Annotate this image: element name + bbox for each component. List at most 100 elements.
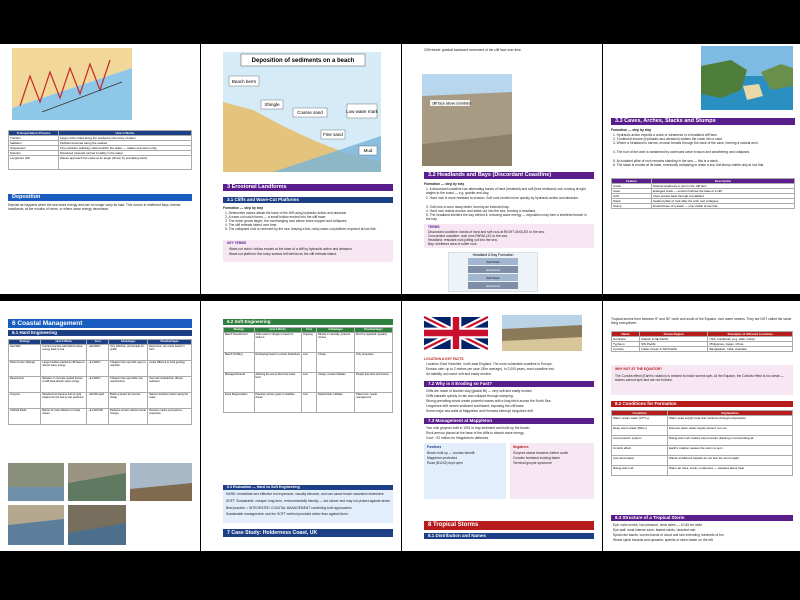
table-row: Rock Armour (Riprap) Large boulders place… <box>7 360 192 377</box>
hard-engineering-table: Strategy How It Works Cost Advantages Di… <box>7 339 192 425</box>
table-cell: Very effective; promenade for public <box>108 344 149 361</box>
conditions-table: Condition Explanation Warm ocean water (… <box>611 410 793 476</box>
page-thumbnail-2[interactable]: Deposition of sediments on a beach Beach… <box>201 44 401 294</box>
coastal-defence-photos <box>8 463 192 545</box>
table-cell: Indian Ocean & SW Pacific <box>639 346 709 352</box>
headland-bay-diagram: Headland & Bay Formation Soft Rock Hard … <box>448 252 538 292</box>
photo-label: cliff face above crumbled <box>432 102 471 106</box>
sub-header: 3.3 Caves, Arches, Stacks and Stumps <box>611 118 795 125</box>
table-cell: ~£5,000 each <box>86 392 110 409</box>
positive-item: Mappleton protected <box>427 456 458 460</box>
table-cell: Wooden or concrete angled frames at clif… <box>40 376 88 393</box>
table-row: Cyclone Indian Ocean & SW Pacific Banglade… <box>610 346 793 352</box>
diagram-label: Low water mark <box>346 109 379 114</box>
feature-table: Feature Description Crack Natural weaknes… <box>611 178 795 209</box>
table-cell: Cheaper than sea wall; easy to maintain <box>108 360 149 377</box>
bullet-text: Cost: ~£2 million for Mappleton's defenc… <box>426 436 490 440</box>
table-row: Rising warm air Warm air rises, cools, co… <box>611 465 793 476</box>
table-cell: Beach Profiling <box>223 352 255 373</box>
table-cell: Waves approach the coast at an angle (dr… <box>58 155 192 170</box>
table-row: Stump Eroded base of a stack — only visib… <box>611 203 795 209</box>
sub-header: 7.3 Management at Mappleton <box>424 418 594 424</box>
formation-title: Formation — step by step <box>223 206 264 210</box>
bullet-text: SOFT: Sustainable, cheaper long-term, en… <box>226 499 390 503</box>
page-thumbnail-5[interactable]: 6 Coastal Management 6.1 Hard Engineerin… <box>0 301 200 551</box>
formation-title: Formation — step by step <box>611 128 652 132</box>
why-not-equator-box: WHY NOT AT THE EQUATOR? The Coriolis eff… <box>611 365 793 395</box>
diagram-title: Headland & Bay Formation <box>473 253 514 257</box>
page-thumbnail-8[interactable]: Tropical storms form between 5° and 30° … <box>603 301 800 551</box>
sub-header: 8.2 Conditions for Formation <box>611 401 793 407</box>
table-cell: Longshore drift <box>8 155 59 170</box>
positive-item: Road (B1242) kept open <box>427 461 463 465</box>
table-row: Warm ocean water (27°C+) Warm seas supply… <box>611 415 793 426</box>
table-row: Artificial Reefs Barrier of rocks offshor… <box>7 408 192 425</box>
why-title: WHY NOT AT THE EQUATOR? <box>615 367 663 371</box>
page-thumbnail-6[interactable]: 6.2 Soft Engineering Strategy How It Wor… <box>201 301 401 551</box>
bullet-text: Cliffs are made of boulder clay (glacial… <box>426 389 533 393</box>
table-cell: Low <box>300 352 318 373</box>
diagram-label: Hard Rock <box>486 268 501 272</box>
evaluation-box: 6.3 Evaluation — Hard vs Soft Engineerin… <box>223 485 393 523</box>
page-thumbnail-7[interactable]: LOCATION & KEY FACTS Location: East York… <box>402 301 602 551</box>
sub-header: 3.2 Headlands and Bays (Discordant Coast… <box>424 172 594 179</box>
table-cell: Winds at different heights do not tear t… <box>667 455 793 466</box>
table-row: Longshore drift Waves approach the coast … <box>8 155 192 170</box>
bullet-text: Location: East Yorkshire, north-east Eng… <box>426 362 553 366</box>
step: 5. The collapsed rock is removed by the … <box>225 227 377 231</box>
table-cell: Reshaping beach to protect backshore <box>253 352 302 373</box>
case-study-header: 7 Case Study: Holderness Coast, UK <box>223 529 393 537</box>
section-header: 6 Coastal Management <box>8 319 192 328</box>
soft-engineering-table: Strategy How It Works Cost Advantages Di… <box>223 327 393 413</box>
bullet-text: Eye: calm centre, low pressure, clear sk… <box>613 523 703 527</box>
terms-box: TERMS Discordant coastline: bands of har… <box>424 224 594 248</box>
table-row: Coriolis effect Earth's rotation causes t… <box>611 445 793 456</box>
table-cell: Only temporary <box>354 352 393 373</box>
table-row: Beach Profiling Reshaping beach to protec… <box>223 352 393 373</box>
table-cell: Natural look; habitats <box>316 392 356 413</box>
table-cell: ~£1,000/m <box>86 376 110 393</box>
table-cell: Rising warm air <box>611 465 668 476</box>
longshore-drift-diagram <box>12 48 132 120</box>
table-cell: Disrupts marine ecosystems; expensive <box>147 408 192 425</box>
cliff-photo: cliff face above crumbled <box>422 74 512 166</box>
negative-item: Cowden farmland eroding faster <box>513 456 560 460</box>
bullet-text: Sustainable management: use the SOFT met… <box>226 512 349 516</box>
table-cell: Bangladesh, India, Australia <box>707 346 793 352</box>
table-cell: Cheap; creates habitats <box>316 372 356 393</box>
table-cell: Managed Retreat <box>223 372 255 393</box>
sub-header: 6.1 Hard Engineering <box>8 330 192 336</box>
bullet-text: Two rock groynes built in 1991 to trap s… <box>426 426 531 430</box>
section-header: Deposition <box>8 194 192 201</box>
term: Bay: sheltered area of softer rock. <box>428 242 478 246</box>
positive-item: Beach built up — tourists benefit <box>427 451 475 455</box>
table-row: Dune Regeneration Planting marram grass t… <box>223 392 393 413</box>
terms-title: TERMS <box>428 225 440 229</box>
bullet-text: Cliff retreat: gradual backward movement… <box>424 48 522 52</box>
table-cell: Revetments <box>7 376 42 393</box>
step: 3. Where a headland is narrow, erosion b… <box>613 141 759 145</box>
table-row: Deep warm water (50m+) Ensures warm water… <box>611 425 793 436</box>
table-cell: Artificial Reefs <box>7 408 42 425</box>
table-cell: Curved concrete wall reflects wave energ… <box>40 344 88 361</box>
positives-box: Positives Beach built up — tourists bene… <box>424 443 506 499</box>
negative-item: Terminal groyne syndrome <box>513 461 552 465</box>
table-cell: Must be repeated regularly <box>354 332 393 353</box>
table-cell: Cyclone <box>610 346 641 352</box>
page-thumbnail-3[interactable]: Cliff retreat: gradual backward movement… <box>402 44 602 294</box>
table-cell: Can look unattractive; disrupt sediment <box>147 376 192 393</box>
diagram-label: Shingle <box>264 102 280 107</box>
section-header: 8 Tropical Storms <box>424 521 594 530</box>
table-cell: Takes time; needs management <box>354 392 393 413</box>
table-cell: Sea Wall <box>7 344 42 361</box>
location-title: LOCATION & KEY FACTS <box>424 357 464 361</box>
ruler-title: 6.3 Evaluation — Hard vs Soft Engineerin… <box>223 485 393 490</box>
page-thumbnail-4[interactable]: 3.3 Caves, Arches, Stacks and Stumps For… <box>603 44 800 294</box>
table-cell: Rising warm air creates low pressure dra… <box>667 435 793 446</box>
table-row: Low wind shear Winds at different heights… <box>611 455 793 466</box>
diagram-label: Soft Rock <box>486 276 500 280</box>
table-cell: Blends in naturally; protects homes <box>316 332 356 353</box>
section-text: Deposit as happens when the sea loses en… <box>8 203 181 212</box>
page-thumbnail-1[interactable]: Transportation Process How it Works Trac… <box>0 44 200 294</box>
bullet-text: Longshore drift moves sediment southward… <box>426 404 525 408</box>
